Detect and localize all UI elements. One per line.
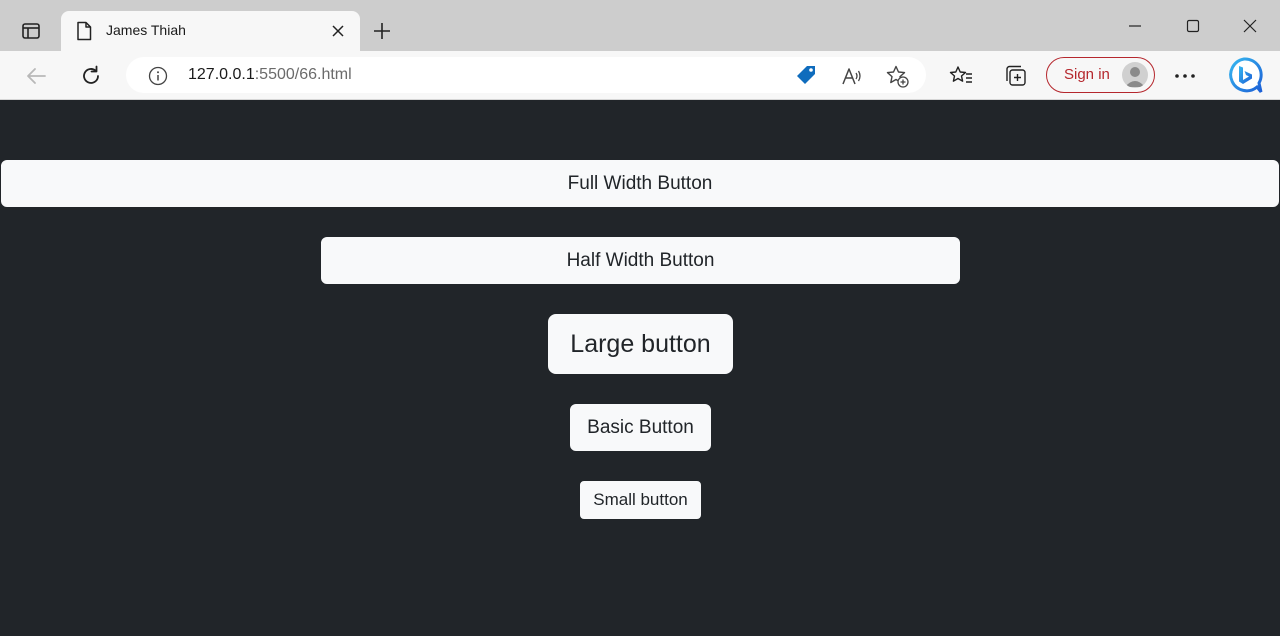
- tab-close-button[interactable]: [329, 22, 347, 40]
- tag-icon: [797, 66, 815, 84]
- url-host: 127.0.0.1: [188, 66, 255, 83]
- tab-title: James Thiah: [106, 22, 186, 38]
- bing-copilot-button[interactable]: [1224, 56, 1264, 96]
- refresh-button[interactable]: [78, 63, 104, 89]
- shopping-tag-button[interactable]: [794, 64, 818, 88]
- sign-in-label: Sign in: [1064, 66, 1110, 83]
- tab-strip: James Thiah: [0, 0, 1280, 51]
- small-button[interactable]: Small button: [580, 481, 701, 519]
- url-path: :5500/66.html: [254, 66, 352, 83]
- info-icon[interactable]: [148, 66, 168, 86]
- maximize-icon: [1186, 19, 1200, 33]
- document-icon: [77, 21, 92, 41]
- back-button[interactable]: [23, 63, 49, 89]
- close-window-button[interactable]: [1238, 14, 1262, 38]
- browser-toolbar: 127.0.0.1:5500/66.html Sign in: [0, 51, 1280, 100]
- plus-icon: [374, 23, 390, 39]
- page-body: Full Width Button Half Width Button Larg…: [0, 101, 1280, 636]
- more-options-button[interactable]: [1172, 63, 1198, 89]
- large-button[interactable]: Large button: [548, 314, 733, 374]
- url-text[interactable]: 127.0.0.1:5500/66.html: [188, 66, 352, 84]
- bing-icon: [1229, 57, 1263, 93]
- tab-actions-icon: [22, 23, 40, 39]
- maximize-button[interactable]: [1181, 14, 1205, 38]
- add-favorite-button[interactable]: [885, 64, 909, 88]
- minimize-button[interactable]: [1123, 14, 1147, 38]
- address-bar[interactable]: 127.0.0.1:5500/66.html: [126, 57, 926, 93]
- favorites-icon: [949, 66, 972, 83]
- sign-in-button[interactable]: Sign in: [1046, 57, 1155, 93]
- refresh-icon: [83, 65, 99, 84]
- favorites-button[interactable]: [948, 63, 974, 89]
- collections-button[interactable]: [1003, 63, 1029, 89]
- add-favorite-icon: [886, 65, 909, 88]
- read-aloud-button[interactable]: [840, 64, 864, 88]
- back-arrow-icon: [27, 68, 46, 84]
- active-tab[interactable]: James Thiah: [61, 11, 360, 51]
- close-icon: [332, 25, 344, 37]
- close-window-icon: [1243, 19, 1257, 33]
- more-icon: [1175, 74, 1195, 78]
- minimize-icon: [1129, 25, 1141, 27]
- new-tab-button[interactable]: [370, 19, 394, 43]
- basic-button[interactable]: Basic Button: [570, 404, 711, 451]
- read-aloud-icon: [842, 68, 861, 85]
- collections-icon: [1006, 65, 1026, 86]
- half-width-button[interactable]: Half Width Button: [321, 237, 960, 284]
- avatar-icon: [1122, 62, 1148, 88]
- full-width-button[interactable]: Full Width Button: [1, 160, 1279, 207]
- tab-actions-button[interactable]: [12, 16, 50, 46]
